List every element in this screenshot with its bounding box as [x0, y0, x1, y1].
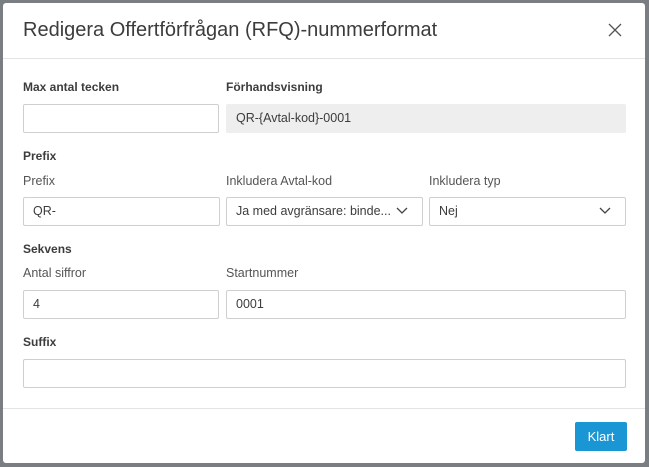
preview-field: QR-{Avtal-kod}-0001	[226, 104, 626, 133]
include-contract-code-value: Ja med avgränsare: binde...	[236, 204, 391, 218]
dialog-title: Redigera Offertförfrågan (RFQ)-nummerfor…	[23, 19, 438, 41]
start-number-input[interactable]: 0001	[226, 290, 626, 319]
include-type-select[interactable]: Nej	[429, 197, 626, 226]
start-number-label: Startnummer	[226, 266, 299, 280]
prefix-section-title: Prefix	[23, 149, 57, 163]
include-type-label: Inkludera typ	[429, 174, 501, 188]
include-contract-code-select[interactable]: Ja med avgränsare: binde...	[226, 197, 423, 226]
prefix-label: Prefix	[23, 174, 55, 188]
suffix-input[interactable]	[23, 359, 626, 388]
max-chars-label: Max antal tecken	[23, 80, 120, 94]
header-divider	[3, 58, 645, 59]
include-contract-code-label: Inkludera Avtal-kod	[226, 174, 333, 188]
sequence-section-title: Sekvens	[23, 242, 72, 256]
footer-divider	[3, 408, 645, 409]
include-type-value: Nej	[439, 204, 458, 218]
chevron-down-icon	[599, 207, 611, 214]
chevron-down-icon	[396, 207, 408, 214]
rfq-number-format-dialog: Redigera Offertförfrågan (RFQ)-nummerfor…	[3, 3, 645, 463]
preview-label: Förhandsvisning	[226, 80, 323, 94]
done-button[interactable]: Klart	[575, 422, 627, 451]
digits-input[interactable]: 4	[23, 290, 219, 319]
digits-label: Antal siffror	[23, 266, 86, 280]
suffix-section-title: Suffix	[23, 335, 57, 349]
close-icon[interactable]	[607, 22, 623, 38]
max-chars-input[interactable]	[23, 104, 219, 133]
prefix-input[interactable]: QR-	[23, 197, 220, 226]
